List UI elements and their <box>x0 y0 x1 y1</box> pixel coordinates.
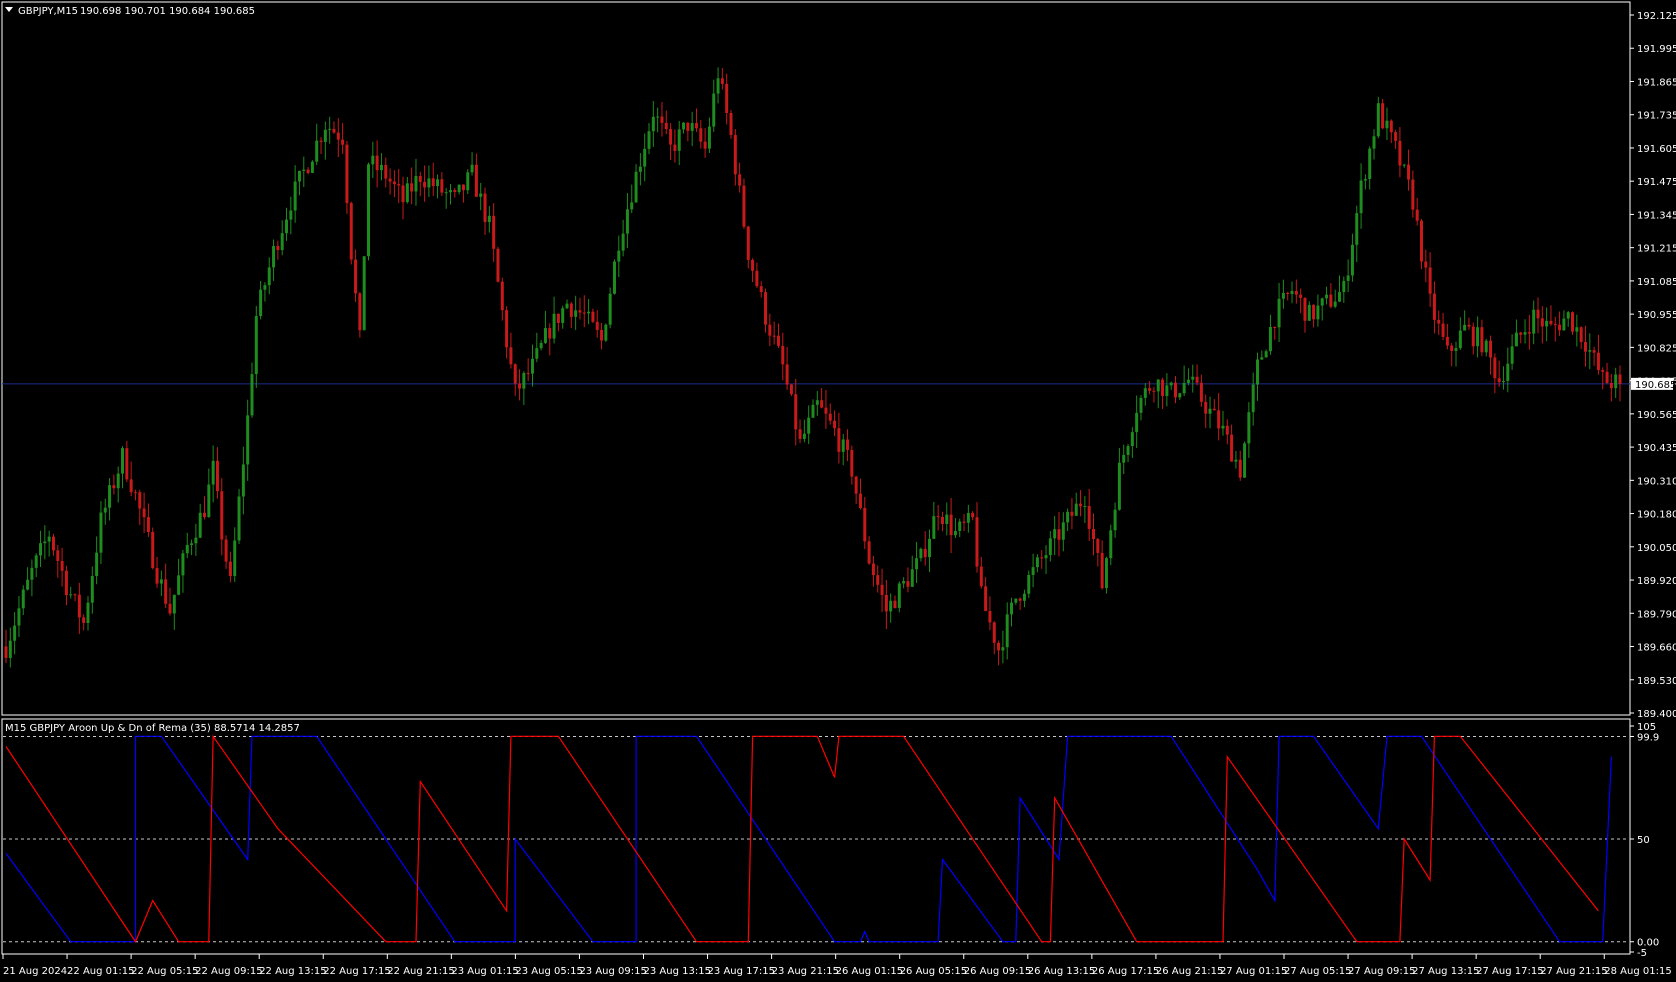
candle <box>310 160 314 174</box>
time-label: 27 Aug 17:15 <box>1476 966 1543 977</box>
candle <box>1571 311 1575 335</box>
time-label: 22 Aug 01:15 <box>67 966 134 977</box>
price-label: 190.955 <box>1637 310 1676 321</box>
price-label: 189.660 <box>1637 643 1676 654</box>
time-label: 26 Aug 17:15 <box>1092 966 1159 977</box>
candle <box>742 178 746 229</box>
ohlc-readout: 190.698 190.701 190.684 190.685 <box>80 6 255 17</box>
time-label: 22 Aug 13:15 <box>259 966 326 977</box>
price-label: 189.920 <box>1637 576 1676 587</box>
main-panel-border <box>1 1 1631 716</box>
price-label: 190.180 <box>1637 510 1676 521</box>
candle <box>237 488 241 545</box>
candle <box>1243 441 1247 479</box>
price-label: 191.865 <box>1637 77 1676 88</box>
candle <box>367 162 371 261</box>
time-label: 26 Aug 09:15 <box>964 966 1031 977</box>
time-label: 27 Aug 05:15 <box>1284 966 1351 977</box>
time-label: 21 Aug 2024 <box>3 966 67 977</box>
candle <box>362 256 366 331</box>
price-label: 191.605 <box>1637 144 1676 155</box>
time-label: 22 Aug 09:15 <box>195 966 262 977</box>
candle <box>729 110 733 139</box>
candle <box>604 323 608 342</box>
time-label: 26 Aug 13:15 <box>1028 966 1095 977</box>
price-label: 189.790 <box>1637 609 1676 620</box>
price-label: 191.085 <box>1637 277 1676 288</box>
price-label: 189.400 <box>1637 709 1676 720</box>
current-price-tag: 190.685 <box>1631 377 1676 391</box>
time-label: 28 Aug 01:15 <box>1604 966 1671 977</box>
indicator-axis: 10599.9500.00-5 <box>1630 722 1659 959</box>
indicator-label: 105 <box>1637 722 1656 733</box>
candle <box>897 581 901 613</box>
price-label: 190.435 <box>1637 443 1676 454</box>
price-label: 191.475 <box>1637 177 1676 188</box>
price-label: 191.215 <box>1637 244 1676 255</box>
price-label: 190.310 <box>1637 476 1676 487</box>
time-label: 27 Aug 01:15 <box>1220 966 1287 977</box>
price-label: 191.995 <box>1637 44 1676 55</box>
time-label: 23 Aug 13:15 <box>644 966 711 977</box>
indicator-label: 50 <box>1637 835 1650 846</box>
symbol-title: GBPJPY,M15 <box>18 6 78 17</box>
price-label: 190.825 <box>1637 343 1676 354</box>
time-label: 27 Aug 21:15 <box>1540 966 1607 977</box>
indicator-label: -5 <box>1637 948 1647 959</box>
price-label: 189.530 <box>1637 676 1676 687</box>
price-label: 190.565 <box>1637 410 1676 421</box>
time-axis[interactable]: 21 Aug 2024 22 Aug 01:1522 Aug 05:1522 Au… <box>2 954 1672 977</box>
time-label: 27 Aug 13:15 <box>1412 966 1479 977</box>
price-label: 190.050 <box>1637 543 1676 554</box>
candle <box>1104 556 1108 594</box>
time-label: 26 Aug 05:15 <box>900 966 967 977</box>
price-axis[interactable]: 192.125 191.995 191.865 191.735 191.605 191.4… <box>1630 11 1676 720</box>
candle <box>349 201 353 265</box>
trading-chart[interactable]: GBPJPY,M15 190.698 190.701 190.684 190.6… <box>0 0 1676 982</box>
time-label: 22 Aug 05:15 <box>131 966 198 977</box>
price-label: 191.735 <box>1637 111 1676 122</box>
candle <box>1381 98 1385 130</box>
price-label: 192.125 <box>1637 11 1676 22</box>
time-label: 22 Aug 21:15 <box>387 966 454 977</box>
time-label: 26 Aug 21:15 <box>1156 966 1223 977</box>
candle <box>151 527 155 570</box>
candle <box>612 259 616 295</box>
time-label: 23 Aug 05:15 <box>515 966 582 977</box>
candle <box>496 246 500 283</box>
time-label: 23 Aug 21:15 <box>772 966 839 977</box>
indicator-label: 99.9 <box>1637 732 1659 743</box>
svg-text:190.685: 190.685 <box>1635 380 1676 391</box>
time-label: 23 Aug 01:15 <box>451 966 518 977</box>
time-label: 27 Aug 09:15 <box>1348 966 1415 977</box>
time-label: 26 Aug 01:15 <box>836 966 903 977</box>
time-label: 23 Aug 17:15 <box>708 966 775 977</box>
price-label: 191.345 <box>1637 210 1676 221</box>
candle <box>345 140 349 214</box>
time-label: 23 Aug 09:15 <box>579 966 646 977</box>
time-label: 22 Aug 17:15 <box>323 966 390 977</box>
indicator-title: M15 GBPJPY Aroon Up & Dn of Rema (35) 88… <box>5 723 300 734</box>
